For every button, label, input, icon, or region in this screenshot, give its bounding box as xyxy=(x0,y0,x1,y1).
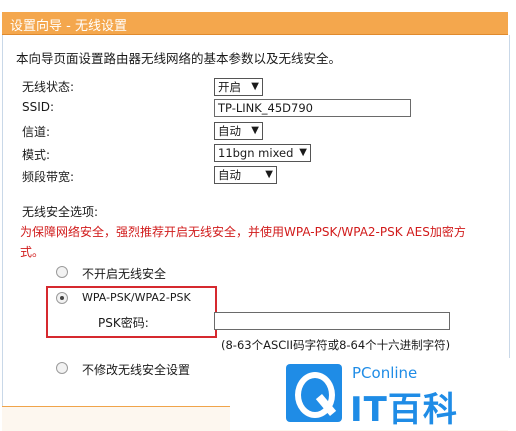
radio-security-wpa[interactable] xyxy=(56,292,68,304)
watermark-logo: PConline IT百科 xyxy=(230,358,516,430)
psk-password-input[interactable] xyxy=(214,312,450,330)
page-title: 设置向导 - 无线设置 xyxy=(10,19,127,34)
title-bar: 设置向导 - 无线设置 xyxy=(2,12,508,35)
security-off-label: 不开启无线安全 xyxy=(82,267,167,281)
radio-security-off[interactable] xyxy=(56,266,68,278)
pconline-logo-icon xyxy=(286,364,342,422)
security-warning-line1: 为保障网络安全，强烈推荐开启无线安全，并使用WPA-PSK/WPA2-PSK A… xyxy=(20,225,466,239)
bandwidth-value: 自动 xyxy=(218,168,241,182)
chevron-down-icon: ▼ xyxy=(251,125,259,136)
wireless-state-label: 无线状态: xyxy=(22,80,75,94)
channel-select[interactable]: 自动 ▼ xyxy=(214,122,263,140)
mode-select[interactable]: 11bgn mixed ▼ xyxy=(214,144,311,162)
chevron-down-icon: ▼ xyxy=(251,81,259,92)
ssid-input[interactable]: TP-LINK_45D790 xyxy=(214,99,411,117)
mode-value: 11bgn mixed xyxy=(218,146,294,160)
security-warning: 为保障网络安全，强烈推荐开启无线安全，并使用WPA-PSK/WPA2-PSK A… xyxy=(20,222,466,262)
security-keep-label: 不修改无线安全设置 xyxy=(82,363,191,377)
chevron-down-icon: ▼ xyxy=(265,169,273,180)
chevron-down-icon: ▼ xyxy=(299,147,307,158)
wireless-state-select[interactable]: 开启 ▼ xyxy=(214,78,263,96)
bandwidth-select[interactable]: 自动 ▼ xyxy=(214,166,277,184)
ssid-label: SSID: xyxy=(22,100,55,114)
wizard-window: 设置向导 - 无线设置 本向导页面设置路由器无线网络的基本参数以及无线安全。 无… xyxy=(0,0,516,431)
security-warning-line2: 式。 xyxy=(20,245,45,259)
security-wpa-label: WPA-PSK/WPA2-PSK xyxy=(82,291,191,304)
wireless-state-value: 开启 xyxy=(218,80,241,94)
psk-label: PSK密码: xyxy=(98,316,149,330)
watermark-small-text: PConline xyxy=(352,364,418,382)
security-heading: 无线安全选项: xyxy=(22,205,99,219)
bandwidth-label: 频段带宽: xyxy=(22,170,75,184)
psk-hint: (8-63个ASCII码字符或8-64个十六进制字符) xyxy=(221,338,451,352)
mode-label: 模式: xyxy=(22,148,51,162)
channel-value: 自动 xyxy=(218,124,241,138)
intro-text: 本向导页面设置路由器无线网络的基本参数以及无线安全。 xyxy=(16,51,342,66)
radio-security-keep[interactable] xyxy=(56,362,68,374)
channel-label: 信道: xyxy=(22,125,51,139)
watermark-name: IT百科 xyxy=(350,390,458,430)
